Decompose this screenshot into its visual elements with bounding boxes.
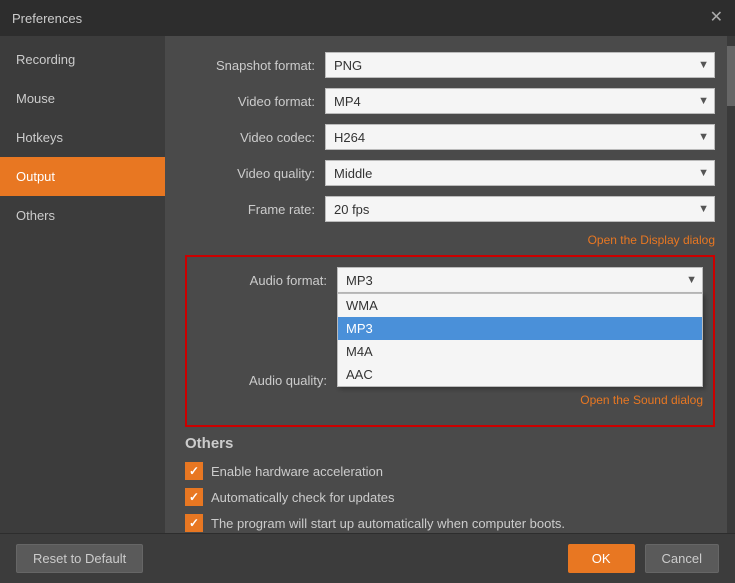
frame-rate-label: Frame rate: <box>185 202 315 217</box>
snapshot-format-select-wrapper: PNG ▼ <box>325 52 715 78</box>
video-quality-select-wrapper: Middle ▼ <box>325 160 715 186</box>
scrollbar-thumb[interactable] <box>727 46 735 106</box>
video-format-select-wrapper: MP4 ▼ <box>325 88 715 114</box>
close-button[interactable]: ✕ <box>710 10 723 26</box>
reset-button[interactable]: Reset to Default <box>16 544 143 573</box>
footer-right: OK Cancel <box>568 544 719 573</box>
video-format-label: Video format: <box>185 94 315 109</box>
preferences-dialog: Preferences ✕ Recording Mouse Hotkeys Ou… <box>0 0 735 583</box>
sidebar-item-mouse[interactable]: Mouse <box>0 79 165 118</box>
check-icon: ✓ <box>189 490 199 504</box>
sidebar-item-others[interactable]: Others <box>0 196 165 235</box>
auto-update-checkbox[interactable]: ✓ <box>185 488 203 506</box>
others-title: Others <box>185 435 715 452</box>
audio-option-mp3[interactable]: MP3 <box>338 317 702 340</box>
video-quality-label: Video quality: <box>185 166 315 181</box>
audio-option-wma[interactable]: WMA <box>338 294 702 317</box>
sidebar-item-hotkeys[interactable]: Hotkeys <box>0 118 165 157</box>
snapshot-format-row: Snapshot format: PNG ▼ <box>185 52 715 78</box>
video-codec-select[interactable]: H264 <box>325 124 715 150</box>
sound-dialog-link[interactable]: Open the Sound dialog <box>580 393 703 407</box>
frame-rate-select[interactable]: 20 fps <box>325 196 715 222</box>
video-codec-row: Video codec: H264 ▼ <box>185 124 715 150</box>
audio-format-row: Audio format: MP3 ▼ WMA MP3 M4A AAC <box>197 267 703 293</box>
cancel-button[interactable]: Cancel <box>645 544 719 573</box>
audio-quality-label: Audio quality: <box>197 373 327 388</box>
dialog-title: Preferences <box>12 11 82 26</box>
video-quality-row: Video quality: Middle ▼ <box>185 160 715 186</box>
footer: Reset to Default OK Cancel <box>0 533 735 583</box>
auto-update-row: ✓ Automatically check for updates <box>185 488 715 506</box>
title-bar: Preferences ✕ <box>0 0 735 36</box>
hardware-accel-label: Enable hardware acceleration <box>211 464 383 479</box>
audio-format-select-wrapper: MP3 ▼ WMA MP3 M4A AAC <box>337 267 703 293</box>
ok-button[interactable]: OK <box>568 544 635 573</box>
auto-start-label: The program will start up automatically … <box>211 516 565 531</box>
audio-option-aac[interactable]: AAC <box>338 363 702 386</box>
frame-rate-select-wrapper: 20 fps ▼ <box>325 196 715 222</box>
snapshot-format-label: Snapshot format: <box>185 58 315 73</box>
video-quality-select[interactable]: Middle <box>325 160 715 186</box>
sound-link-row: Open the Sound dialog <box>197 392 703 407</box>
audio-format-label: Audio format: <box>197 273 327 288</box>
audio-section: Audio format: MP3 ▼ WMA MP3 M4A AAC <box>185 255 715 427</box>
sidebar-item-recording[interactable]: Recording <box>0 40 165 79</box>
main-content: Recording Mouse Hotkeys Output Others Sn… <box>0 36 735 533</box>
video-codec-select-wrapper: H264 ▼ <box>325 124 715 150</box>
check-icon: ✓ <box>189 464 199 478</box>
audio-format-display[interactable]: MP3 <box>337 267 703 293</box>
content-area: Snapshot format: PNG ▼ Video format: MP4… <box>165 36 735 533</box>
audio-option-m4a[interactable]: M4A <box>338 340 702 363</box>
check-icon: ✓ <box>189 516 199 530</box>
frame-rate-row: Frame rate: 20 fps ▼ <box>185 196 715 222</box>
auto-start-row: ✓ The program will start up automaticall… <box>185 514 715 532</box>
video-format-row: Video format: MP4 ▼ <box>185 88 715 114</box>
sidebar: Recording Mouse Hotkeys Output Others <box>0 36 165 533</box>
hardware-accel-row: ✓ Enable hardware acceleration <box>185 462 715 480</box>
audio-format-dropdown: WMA MP3 M4A AAC <box>337 293 703 387</box>
video-format-select[interactable]: MP4 <box>325 88 715 114</box>
display-dialog-link[interactable]: Open the Display dialog <box>588 233 715 247</box>
snapshot-format-select[interactable]: PNG <box>325 52 715 78</box>
auto-update-label: Automatically check for updates <box>211 490 395 505</box>
hardware-accel-checkbox[interactable]: ✓ <box>185 462 203 480</box>
others-section: Others ✓ Enable hardware acceleration ✓ … <box>185 435 715 533</box>
sidebar-item-output[interactable]: Output <box>0 157 165 196</box>
display-link-row: Open the Display dialog <box>185 232 715 247</box>
auto-start-checkbox[interactable]: ✓ <box>185 514 203 532</box>
scrollbar-track <box>727 36 735 533</box>
video-codec-label: Video codec: <box>185 130 315 145</box>
